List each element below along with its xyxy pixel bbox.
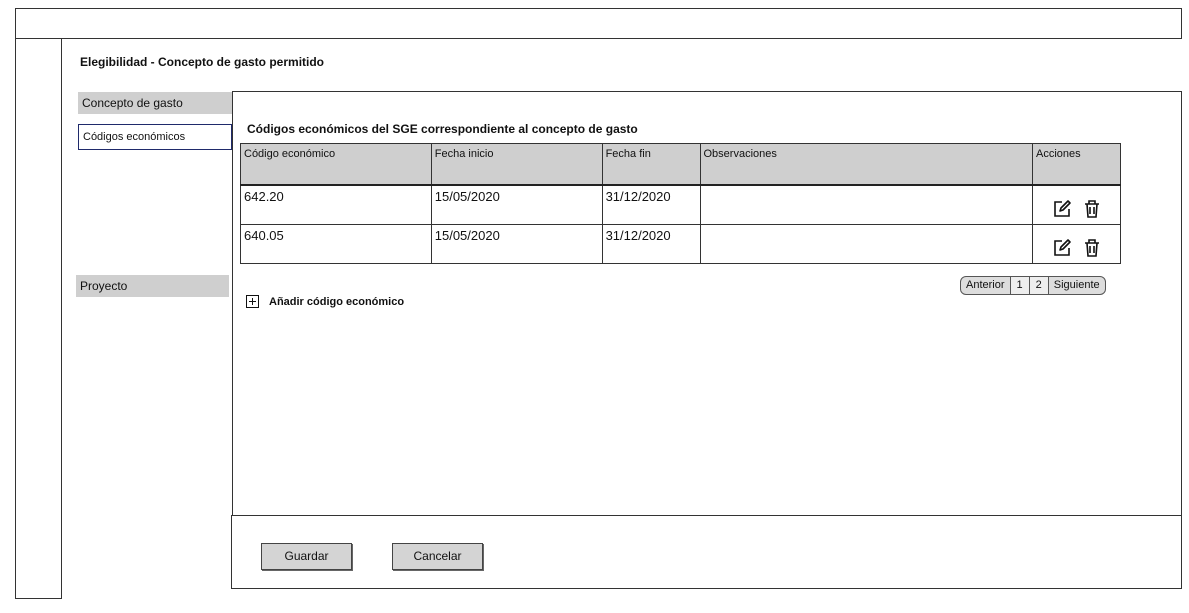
footer-panel [231,515,1182,589]
cell-codigo: 640.05 [240,224,432,264]
edit-icon[interactable] [1052,238,1072,258]
column-header-acciones: Acciones [1032,143,1121,186]
pagination-previous-button[interactable]: Anterior [960,276,1011,295]
cell-acciones [1032,224,1121,264]
cell-observaciones [699,184,1034,225]
left-rail [15,39,62,599]
cell-codigo: 642.20 [240,184,432,225]
table-row: 642.20 15/05/2020 31/12/2020 [240,184,1121,225]
section-title: Códigos económicos del SGE correspondien… [247,122,638,136]
cell-fecha-inicio: 15/05/2020 [430,184,603,225]
cell-fecha-fin: 31/12/2020 [601,224,701,264]
save-button[interactable]: Guardar [261,543,352,570]
cell-fecha-fin: 31/12/2020 [601,184,701,225]
cell-observaciones [699,224,1034,264]
trash-icon[interactable] [1082,238,1102,258]
add-codigo-button[interactable]: Añadir código económico [246,295,404,308]
pagination-next-button[interactable]: Siguiente [1047,276,1106,295]
column-header-fecha-fin[interactable]: Fecha fin [601,143,701,186]
cancel-button[interactable]: Cancelar [392,543,483,570]
add-codigo-label: Añadir código económico [269,295,405,308]
column-header-fecha-inicio[interactable]: Fecha inicio [430,143,603,186]
pagination-page-1[interactable]: 1 [1009,276,1030,295]
sidebar-section-concepto-de-gasto[interactable]: Concepto de gasto [78,92,232,114]
table-header-row: Código económico Fecha inicio Fecha fin … [240,143,1121,186]
codigos-table: Código económico Fecha inicio Fecha fin … [240,143,1121,264]
sidebar-item-codigos-economicos[interactable]: Códigos económicos [78,124,232,150]
page-title: Elegibilidad - Concepto de gasto permiti… [80,55,325,69]
cell-acciones [1032,184,1121,225]
plus-box-icon [246,295,259,308]
pagination-page-2[interactable]: 2 [1028,276,1049,295]
trash-icon[interactable] [1082,199,1102,219]
sidebar-section-proyecto[interactable]: Proyecto [76,275,229,297]
edit-icon[interactable] [1052,199,1072,219]
column-header-observaciones[interactable]: Observaciones [699,143,1034,186]
column-header-codigo[interactable]: Código económico [240,143,432,186]
top-bar [15,8,1182,39]
table-row: 640.05 15/05/2020 31/12/2020 [240,224,1121,264]
pagination: Anterior 1 2 Siguiente [960,276,1106,295]
cell-fecha-inicio: 15/05/2020 [430,224,603,264]
